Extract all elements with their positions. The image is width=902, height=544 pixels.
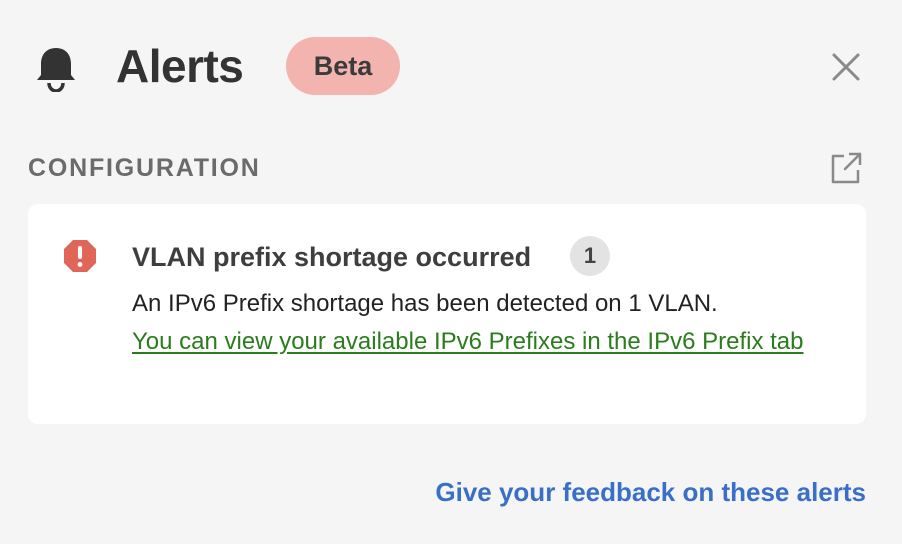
ipv6-prefix-tab-link[interactable]: You can view your available IPv6 Prefixe…	[132, 324, 812, 360]
alert-description: An IPv6 Prefix shortage has been detecte…	[132, 290, 718, 317]
bell-icon	[37, 48, 75, 92]
warning-octagon-icon	[64, 240, 96, 272]
feedback-link[interactable]: Give your feedback on these alerts	[435, 474, 866, 510]
alerts-header: Alerts Beta	[0, 0, 902, 132]
alert-count-badge: 1	[570, 236, 610, 276]
alert-card: VLAN prefix shortage occurred 1 An IPv6 …	[28, 204, 866, 424]
section-title: CONFIGURATION	[28, 154, 261, 182]
alert-title: VLAN prefix shortage occurred	[132, 242, 532, 272]
external-link-icon[interactable]	[828, 150, 864, 186]
beta-badge: Beta	[286, 37, 400, 95]
close-icon[interactable]	[830, 51, 862, 83]
page-title: Alerts	[116, 40, 244, 92]
